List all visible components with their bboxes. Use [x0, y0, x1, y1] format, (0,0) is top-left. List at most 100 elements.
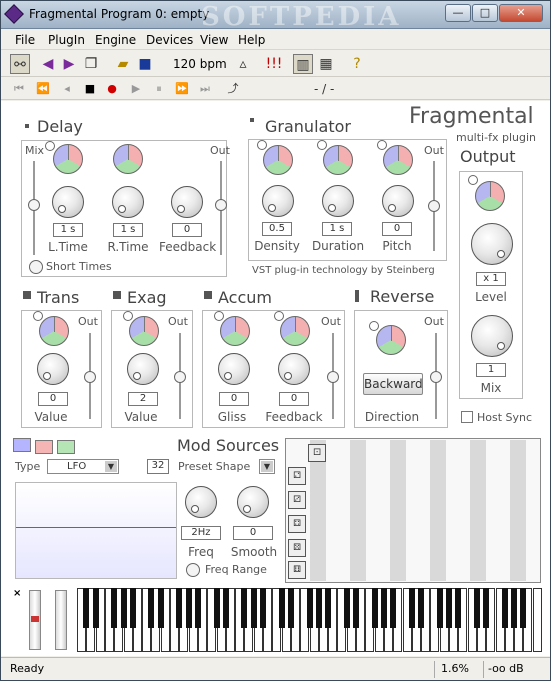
- piano-black-key[interactable]: [250, 588, 257, 628]
- piano-black-key[interactable]: [222, 588, 229, 628]
- piano-black-key[interactable]: [408, 588, 415, 628]
- output-led[interactable]: [468, 175, 478, 185]
- title-bar[interactable]: Fragmental Program 0: empty SOFTPEDIA — …: [1, 1, 550, 32]
- rewind-start-icon[interactable]: ⏮: [11, 81, 27, 97]
- trans-mix-knob[interactable]: [39, 316, 69, 346]
- short-times-toggle[interactable]: [29, 260, 43, 274]
- mod-shape-display[interactable]: [15, 482, 177, 579]
- accum-feedback-value[interactable]: 0: [279, 392, 309, 406]
- trans-value-box[interactable]: 0: [38, 392, 68, 406]
- piano-black-key[interactable]: [418, 588, 425, 628]
- step-back-icon[interactable]: ◂: [59, 81, 75, 97]
- copy-icon[interactable]: ❐: [81, 54, 101, 74]
- accum-gliss-knob[interactable]: [218, 353, 250, 385]
- tempo-display[interactable]: 120 bpm: [173, 57, 227, 71]
- piano-black-key[interactable]: [185, 588, 192, 628]
- trans-out-slider[interactable]: [84, 371, 96, 383]
- delay-out-slider[interactable]: [215, 199, 227, 211]
- menu-devices[interactable]: Devices: [146, 33, 193, 47]
- piano-black-key[interactable]: [353, 588, 359, 628]
- granulator-led-3[interactable]: [377, 140, 387, 150]
- piano-black-key[interactable]: [194, 588, 201, 628]
- delay-mix-knob-2[interactable]: [113, 144, 143, 174]
- seq-column[interactable]: [430, 440, 446, 581]
- save-icon[interactable]: ■: [135, 54, 155, 74]
- piano-black-key[interactable]: [176, 588, 183, 628]
- freq-range-toggle[interactable]: [186, 563, 200, 577]
- piano-black-key[interactable]: [511, 588, 518, 628]
- granulator-duration-knob[interactable]: [322, 185, 354, 217]
- rewind-icon[interactable]: ⏪: [35, 81, 51, 97]
- keyboard-icon[interactable]: ▥: [293, 54, 313, 74]
- trans-value-knob[interactable]: [37, 353, 69, 385]
- open-folder-icon[interactable]: ▰: [113, 54, 133, 74]
- loop-icon[interactable]: ⤴: [225, 81, 241, 97]
- mod-type-select[interactable]: LFO ▼: [47, 459, 119, 474]
- dice-icon[interactable]: ⚅: [288, 561, 306, 579]
- delay-rtime-knob[interactable]: [112, 186, 144, 218]
- delay-ltime-knob[interactable]: [52, 186, 84, 218]
- granulator-duration-mix[interactable]: [323, 145, 353, 175]
- piano-black-key[interactable]: [306, 588, 313, 628]
- granulator-duration-value[interactable]: 1 s: [322, 222, 352, 236]
- accum-feedback-knob[interactable]: [278, 353, 310, 385]
- menu-plugin[interactable]: PlugIn: [48, 33, 85, 47]
- exag-value-knob[interactable]: [127, 353, 159, 385]
- dice-icon[interactable]: ⚄: [288, 539, 306, 557]
- mod-tab-green[interactable]: [57, 440, 75, 454]
- next-program-icon[interactable]: ▶: [59, 54, 79, 74]
- output-mix-value[interactable]: 1: [476, 363, 506, 377]
- forward-icon[interactable]: ⏩: [174, 81, 190, 97]
- output-mix-knob[interactable]: [475, 181, 505, 211]
- menu-help[interactable]: Help: [238, 33, 265, 47]
- piano-black-key[interactable]: [241, 588, 248, 628]
- output-level-knob[interactable]: [471, 223, 513, 265]
- exag-value-box[interactable]: 2: [128, 392, 158, 406]
- accum-feedback-mix[interactable]: [280, 316, 310, 346]
- dice-icon[interactable]: ⚃: [288, 515, 306, 533]
- piano-black-key[interactable]: [380, 588, 387, 628]
- mod-freq-knob[interactable]: [185, 486, 217, 518]
- reverse-mix-knob[interactable]: [376, 325, 406, 355]
- delay-mix-led[interactable]: [45, 141, 55, 151]
- granulator-out-slider[interactable]: [428, 200, 440, 212]
- accum-gliss-value[interactable]: 0: [219, 392, 249, 406]
- granulator-pitch-value[interactable]: 0: [382, 222, 412, 236]
- metronome-icon[interactable]: ▵: [233, 54, 253, 74]
- forward-end-icon[interactable]: ⏭: [197, 81, 213, 97]
- midi-settings-icon[interactable]: ▦: [316, 54, 336, 74]
- delay-feedback-knob[interactable]: [171, 186, 203, 218]
- piano-black-key[interactable]: [390, 588, 397, 628]
- exag-mix-knob[interactable]: [129, 316, 159, 346]
- step-sequencer[interactable]: ⚀ ⚁ ⚂ ⚃ ⚄ ⚅: [285, 438, 541, 583]
- minimize-button[interactable]: —: [445, 4, 471, 22]
- granulator-pitch-mix[interactable]: [383, 145, 413, 175]
- mod-wheel[interactable]: [55, 590, 67, 650]
- pause-icon[interactable]: ⏸: [151, 81, 167, 97]
- maximize-button[interactable]: □: [472, 4, 498, 22]
- delay-mix-knob[interactable]: [53, 144, 83, 174]
- stop-icon[interactable]: ■: [82, 81, 98, 97]
- granulator-density-mix[interactable]: [263, 145, 293, 175]
- seq-column[interactable]: [350, 440, 366, 581]
- menu-view[interactable]: View: [200, 33, 228, 47]
- mod-tab-red[interactable]: [35, 440, 53, 454]
- output-mix-dial[interactable]: [471, 315, 513, 357]
- piano-black-key[interactable]: [120, 588, 127, 628]
- piano-black-key[interactable]: [157, 588, 164, 628]
- record-icon[interactable]: ●: [104, 81, 120, 97]
- dice-icon[interactable]: ⚂: [288, 491, 306, 509]
- seq-column[interactable]: [510, 440, 526, 581]
- panic-icon[interactable]: !!!: [264, 54, 284, 74]
- close-button[interactable]: ✕: [499, 4, 543, 22]
- dice-icon[interactable]: ⚁: [288, 467, 306, 485]
- piano-black-key[interactable]: [278, 588, 285, 628]
- piano-black-key[interactable]: [483, 588, 490, 628]
- output-level-value[interactable]: x 1: [476, 272, 506, 286]
- mod-tab-blue[interactable]: [13, 438, 31, 452]
- close-keyboard-icon[interactable]: ×: [13, 588, 21, 599]
- piano-black-key[interactable]: [129, 588, 136, 628]
- link-icon[interactable]: ⚯: [10, 54, 30, 74]
- menu-file[interactable]: File: [15, 33, 35, 47]
- mod-freq-value[interactable]: 2Hz: [181, 526, 221, 540]
